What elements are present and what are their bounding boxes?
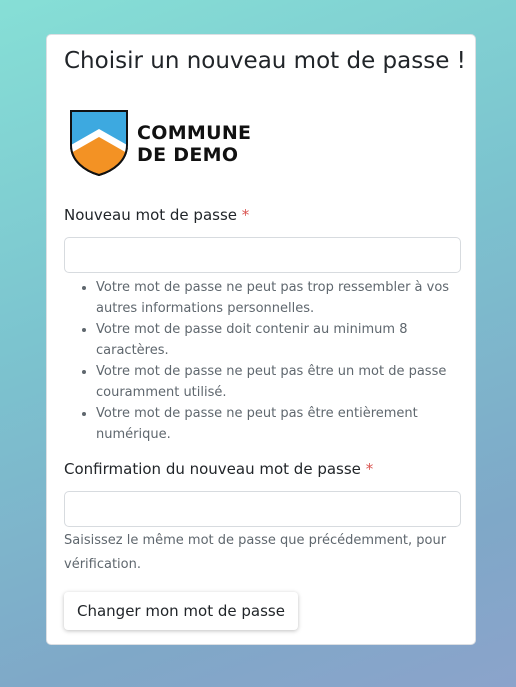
commune-logo: COMMUNE DE DEMO: [69, 109, 269, 177]
logo-line-1: COMMUNE: [137, 122, 252, 144]
confirm-password-label: Confirmation du nouveau mot de passe *: [64, 460, 373, 478]
logo-line-2: DE DEMO: [137, 144, 239, 166]
required-marker: *: [365, 460, 374, 478]
new-password-label-text: Nouveau mot de passe: [64, 206, 238, 224]
password-rule-item: Votre mot de passe ne peut pas trop ress…: [96, 277, 454, 319]
confirm-password-help: Saisissez le même mot de passe que précé…: [64, 533, 447, 572]
password-rule-item: Votre mot de passe ne peut pas être un m…: [96, 361, 454, 403]
password-rule-item: Votre mot de passe doit contenir au mini…: [96, 319, 454, 361]
page-title: Choisir un nouveau mot de passe !: [64, 48, 466, 74]
new-password-label: Nouveau mot de passe *: [64, 206, 249, 224]
password-change-card: Choisir un nouveau mot de passe ! COMMUN…: [46, 34, 476, 645]
shield-logo-icon: [69, 110, 129, 177]
confirm-password-input[interactable]: [64, 491, 461, 527]
required-marker: *: [241, 206, 250, 224]
password-rules-list: Votre mot de passe ne peut pas trop ress…: [64, 277, 454, 445]
new-password-input[interactable]: [64, 237, 461, 273]
change-password-button[interactable]: Changer mon mot de passe: [64, 592, 298, 630]
logo-wordmark: COMMUNE DE DEMO: [137, 122, 251, 166]
confirm-password-label-text: Confirmation du nouveau mot de passe: [64, 460, 361, 478]
password-rule-item: Votre mot de passe ne peut pas être enti…: [96, 403, 454, 445]
